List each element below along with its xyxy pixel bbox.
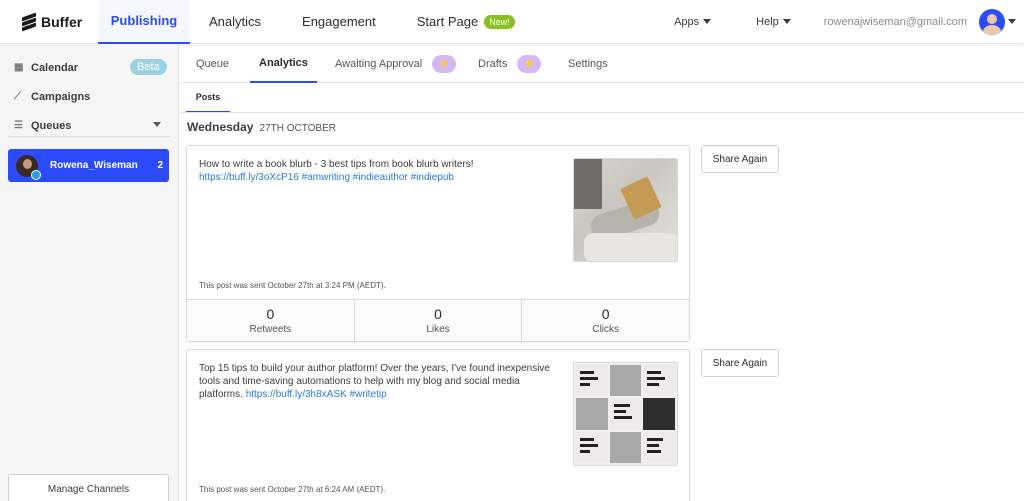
lightning-icon: ⚡ [432,55,457,73]
stat-label: Likes [426,324,450,335]
account-email: rowenajwiseman@gmail.com [823,15,967,28]
start-page-label: Start Page [416,14,479,29]
tab-drafts[interactable]: Drafts ⚡ [478,45,542,83]
trend-icon: ⟋ [14,91,21,102]
buffer-logo-icon [22,11,36,32]
apps-dropdown[interactable]: Apps [674,15,712,28]
apps-label: Apps [674,15,700,28]
post-link[interactable]: https://buff.ly/3oXcP16 #amwriting #indi… [199,172,454,183]
sent-timestamp: This post was sent October 27th at 6:24 … [199,485,386,494]
stat-retweets: 0 Retweets [187,300,355,341]
chevron-down-icon [782,19,791,24]
post-link[interactable]: https://buff.ly/3h8xASK #writetip [246,389,387,400]
tab-posts[interactable]: Posts [186,83,230,113]
calendar-icon: ▦ [14,62,24,73]
stat-clicks: 0 Clicks [522,300,689,341]
sidebar-item-label: Campaigns [31,91,91,103]
stat-label: Retweets [249,324,292,335]
stat-value: 0 [601,306,610,322]
tab-analytics[interactable]: Analytics [250,45,317,83]
tab-label: Awaiting Approval [335,58,423,70]
tab-settings[interactable]: Settings [568,45,608,83]
list-icon: ☰ [14,120,23,131]
chevron-down-icon [703,19,712,24]
sidebar-item-label: Calendar [31,62,79,74]
sidebar-item-campaigns[interactable]: ⟋ Campaigns [14,91,90,103]
sidebar-item-queues[interactable]: ☰ Queues [14,120,71,132]
channel-name: Rowena_Wiseman [50,160,138,171]
share-again-button[interactable]: Share Again [701,349,779,377]
twitter-icon [31,169,41,180]
chevron-down-icon[interactable] [1008,19,1016,24]
tab-queue[interactable]: Queue [196,45,229,83]
post-image[interactable] [573,362,678,466]
new-badge: New! [484,14,515,29]
user-avatar[interactable] [979,8,1005,35]
sidebar-item-calendar[interactable]: ▦ Calendar [14,62,78,74]
logo-text: Buffer [41,13,83,30]
top-navigation: Buffer Publishing Analytics Engagement S… [0,0,1024,44]
lightning-icon: ⚡ [517,55,542,73]
post-body: How to write a book blurb - 3 best tips … [199,159,474,170]
beta-badge: Beta [130,59,167,75]
channel-avatar [16,154,41,180]
sidebar: ▦ Calendar Beta ⟋ Campaigns ☰ Queues Row… [0,45,179,501]
share-again-button[interactable]: Share Again [701,145,779,173]
post-text: How to write a book blurb - 3 best tips … [199,158,559,184]
stat-value: 0 [266,306,275,322]
day-name: Wednesday [187,120,254,134]
nav-tab-start-page[interactable]: Start Page New! [417,0,515,44]
help-dropdown[interactable]: Help [756,16,791,28]
stat-value: 0 [434,306,442,322]
chevron-down-icon[interactable] [153,122,161,127]
nav-tab-engagement[interactable]: Engagement [302,0,376,44]
channel-count: 2 [157,160,163,171]
post-stats: 0 Retweets 0 Likes 0 Clicks [187,299,689,341]
sidebar-divider [8,136,170,137]
channel-item[interactable]: Rowena_Wiseman 2 [8,149,169,182]
nav-tab-publishing[interactable]: Publishing [98,0,190,44]
sub-navigation: Queue Analytics Awaiting Approval ⚡ Draf… [180,45,1024,83]
help-label: Help [756,15,779,28]
tab-label: Drafts [478,58,508,70]
buffer-logo[interactable]: Buffer [0,0,98,44]
post-card: How to write a book blurb - 3 best tips … [186,145,690,342]
sidebar-item-label: Queues [31,120,72,132]
day-date: 27TH OCTOBER [259,123,336,134]
tab-awaiting-approval[interactable]: Awaiting Approval ⚡ [335,45,457,83]
posts-divider [180,112,1024,113]
post-text: Top 15 tips to build your author platfor… [199,362,559,401]
post-image[interactable] [573,158,678,262]
post-card: Top 15 tips to build your author platfor… [186,349,690,501]
stat-likes: 0 Likes [355,300,523,341]
day-header: Wednesday 27TH OCTOBER [187,120,336,134]
nav-tab-analytics[interactable]: Analytics [209,0,261,44]
stat-label: Clicks [592,324,620,335]
sent-timestamp: This post was sent October 27th at 3:24 … [199,281,386,290]
manage-channels-button[interactable]: Manage Channels [8,474,169,501]
